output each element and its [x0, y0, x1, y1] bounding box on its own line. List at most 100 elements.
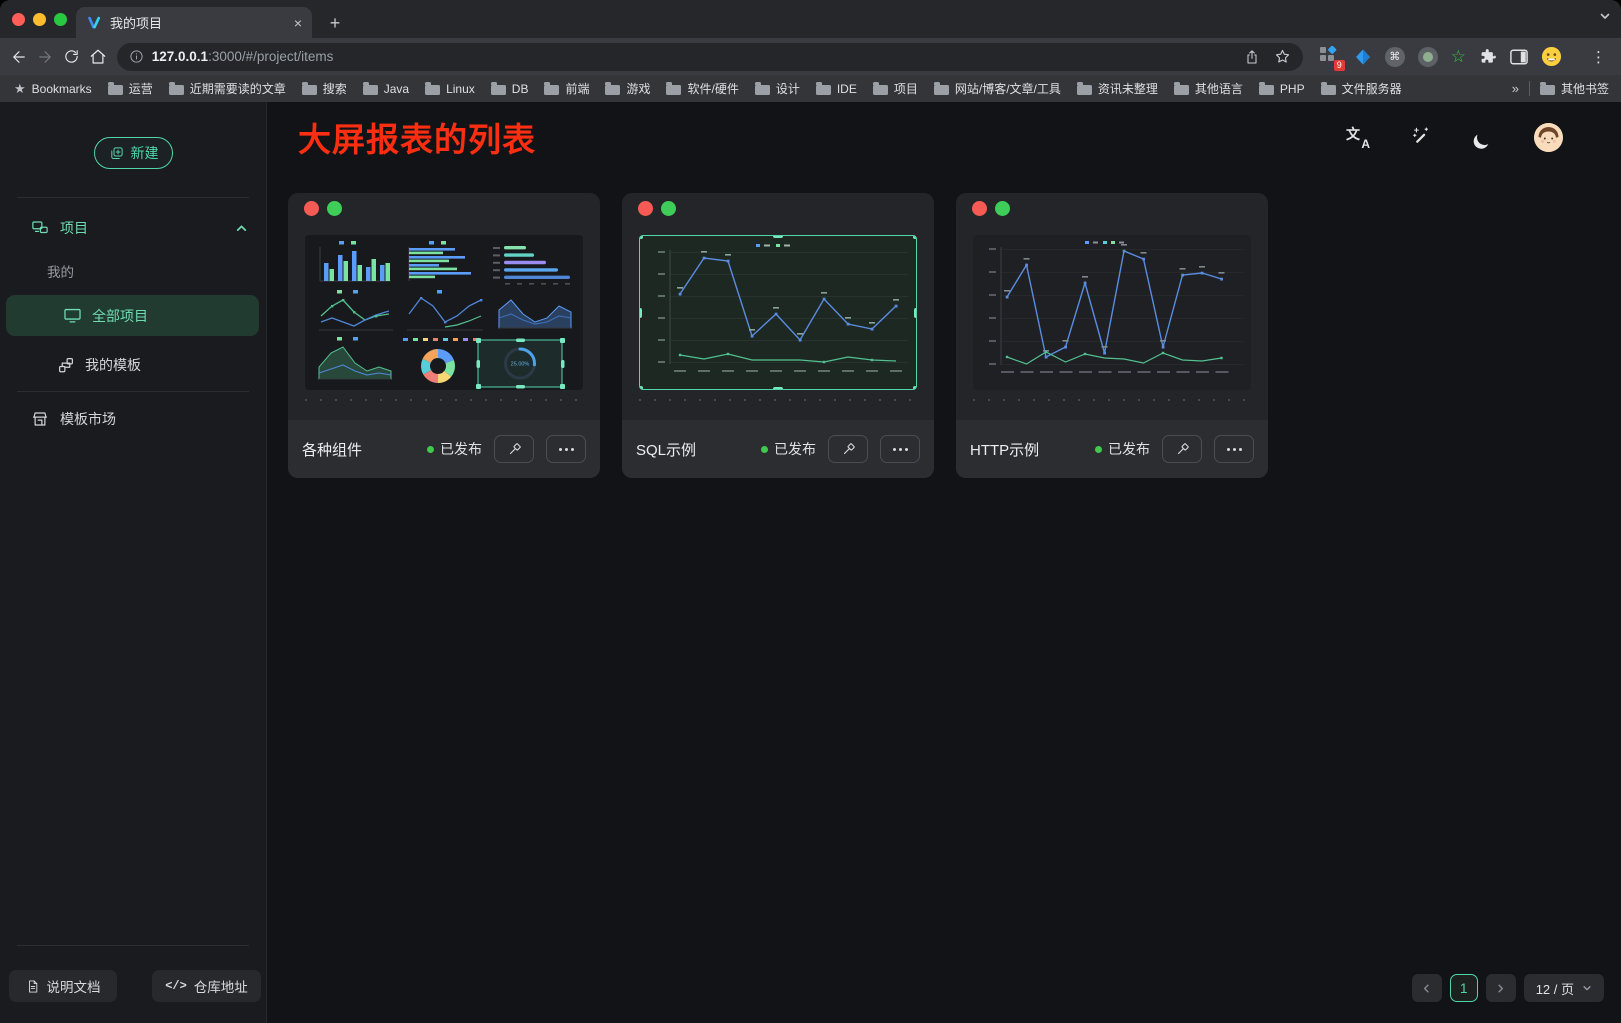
edit-project-button[interactable]: [828, 435, 868, 463]
dark-mode-moon-icon[interactable]: [1471, 124, 1497, 150]
url-text[interactable]: 127.0.0.1:3000/#/project/items: [152, 49, 1236, 64]
bookmark-folder[interactable]: 搜索: [302, 80, 347, 97]
sidebar-group-project[interactable]: 项目: [0, 212, 266, 244]
folder-icon: [1540, 85, 1555, 95]
chevron-up-icon[interactable]: [235, 222, 248, 235]
bookmark-folder[interactable]: 其他语言: [1174, 80, 1243, 97]
ellipsis-icon: [893, 448, 908, 451]
user-avatar[interactable]: [1534, 123, 1563, 152]
magic-wand-icon[interactable]: [1408, 124, 1434, 150]
new-project-button[interactable]: 新建: [94, 137, 173, 169]
bookmark-folder[interactable]: 文件服务器: [1321, 80, 1402, 97]
project-thumbnail[interactable]: [639, 235, 917, 390]
card-green-dot: [995, 201, 1010, 216]
bookmarks-overflow-chevron[interactable]: »: [1512, 81, 1519, 96]
more-actions-button[interactable]: [1214, 435, 1254, 463]
status-badge: 已发布: [1095, 439, 1150, 459]
bookmark-folder[interactable]: 运营: [108, 80, 153, 97]
bookmark-folder[interactable]: Java: [363, 80, 409, 97]
back-icon[interactable]: [8, 43, 30, 71]
project-card[interactable]: 25.00% 各种组件 已发布: [288, 193, 600, 478]
chrome-menu-icon[interactable]: ⋮: [1585, 48, 1613, 66]
hammer-icon: [1174, 441, 1191, 458]
storefront-icon: [31, 410, 49, 428]
bookmark-folder[interactable]: PHP: [1259, 80, 1305, 97]
page-title: 大屏报表的列表: [298, 113, 536, 161]
folder-icon: [425, 85, 440, 95]
status-dot: [761, 446, 768, 453]
edit-project-button[interactable]: [1162, 435, 1202, 463]
bookmark-folder-label: Java: [384, 82, 409, 96]
other-bookmarks[interactable]: 其他书签: [1540, 80, 1609, 97]
side-panel-icon[interactable]: [1510, 49, 1528, 65]
forward-icon[interactable]: [34, 43, 56, 71]
edit-project-button[interactable]: [494, 435, 534, 463]
project-card[interactable]: HTTP示例 已发布: [956, 193, 1268, 478]
tab-close-icon[interactable]: ×: [294, 16, 302, 30]
current-page-button[interactable]: 1: [1450, 974, 1478, 1002]
my-templates-label: 我的模板: [85, 355, 141, 375]
recorder-extension-icon[interactable]: [1418, 47, 1438, 67]
bookmark-folder[interactable]: IDE: [816, 80, 857, 97]
bookmark-star-icon[interactable]: [1274, 48, 1291, 65]
project-card[interactable]: SQL示例 已发布: [622, 193, 934, 478]
address-bar[interactable]: 127.0.0.1:3000/#/project/items: [117, 43, 1303, 71]
reload-icon[interactable]: [60, 43, 82, 71]
new-tab-button[interactable]: +: [322, 10, 348, 36]
sidebar-item-my-templates[interactable]: 我的模板: [0, 348, 266, 382]
url-host: 127.0.0.1: [152, 49, 208, 64]
project-thumbnail[interactable]: 25.00%: [305, 235, 583, 390]
bookmark-folder-label: 软件/硬件: [687, 80, 738, 97]
bookmark-folder[interactable]: Linux: [425, 80, 475, 97]
other-bookmarks-label: 其他书签: [1561, 80, 1609, 97]
bookmark-folder[interactable]: 近期需要读的文章: [169, 80, 286, 97]
card-green-dot: [327, 201, 342, 216]
traffic-lights: [0, 13, 79, 26]
status-badge: 已发布: [427, 439, 482, 459]
site-info-icon[interactable]: [129, 49, 144, 64]
card-red-dot: [304, 201, 319, 216]
bookmark-folder[interactable]: DB: [491, 80, 529, 97]
profile-emoji-avatar[interactable]: [1541, 46, 1562, 67]
bookmarks-manager[interactable]: ★Bookmarks: [14, 81, 92, 97]
extensions-puzzle-icon[interactable]: [1479, 48, 1497, 66]
bookmarks-separator: [1529, 81, 1530, 96]
prev-page-button[interactable]: [1412, 974, 1442, 1002]
maximize-window-button[interactable]: [54, 13, 67, 26]
close-window-button[interactable]: [12, 13, 25, 26]
more-actions-button[interactable]: [546, 435, 586, 463]
bookmark-folder[interactable]: 网站/博客/文章/工具: [934, 80, 1061, 97]
minimize-window-button[interactable]: [33, 13, 46, 26]
page-size-select[interactable]: 12 / 页: [1524, 974, 1604, 1002]
sidebar-item-all-projects[interactable]: 全部项目: [6, 295, 259, 336]
chevron-down-icon: [1582, 983, 1592, 993]
docs-button[interactable]: 说明文档: [9, 970, 117, 1002]
repo-button[interactable]: </> 仓库地址: [152, 970, 261, 1002]
tab-search-chevron-icon[interactable]: [1599, 10, 1611, 22]
extensions-row: 9 ⌘ ☆ ⋮: [1319, 46, 1613, 68]
bookmark-folder[interactable]: 软件/硬件: [666, 80, 738, 97]
bookmark-folder[interactable]: 资讯未整理: [1077, 80, 1158, 97]
bookmark-folder[interactable]: 游戏: [605, 80, 650, 97]
home-icon[interactable]: [87, 43, 109, 71]
sidebar-item-template-market[interactable]: 模板市场: [0, 402, 266, 436]
folder-icon: [302, 85, 317, 95]
bookmark-folder[interactable]: 设计: [755, 80, 800, 97]
sidebar-subgroup-mine: 我的: [0, 258, 266, 284]
project-thumbnail[interactable]: [973, 235, 1251, 390]
next-page-button[interactable]: [1486, 974, 1516, 1002]
status-label: 已发布: [440, 439, 482, 459]
star-extension-icon[interactable]: ☆: [1451, 48, 1466, 65]
kite-extension-icon[interactable]: [1354, 48, 1372, 66]
tab-manager-extension-icon[interactable]: 9: [1319, 46, 1341, 68]
sidebar-divider: [17, 197, 249, 198]
bookmark-folder[interactable]: 前端: [544, 80, 589, 97]
share-icon[interactable]: [1244, 49, 1260, 65]
active-tab[interactable]: 我的项目 ×: [76, 7, 312, 38]
command-extension-icon[interactable]: ⌘: [1385, 47, 1405, 67]
bookmark-folder-label: IDE: [837, 82, 857, 96]
language-translate-icon[interactable]: 文A: [1345, 124, 1371, 150]
status-label: 已发布: [774, 439, 816, 459]
bookmark-folder[interactable]: 项目: [873, 80, 918, 97]
more-actions-button[interactable]: [880, 435, 920, 463]
